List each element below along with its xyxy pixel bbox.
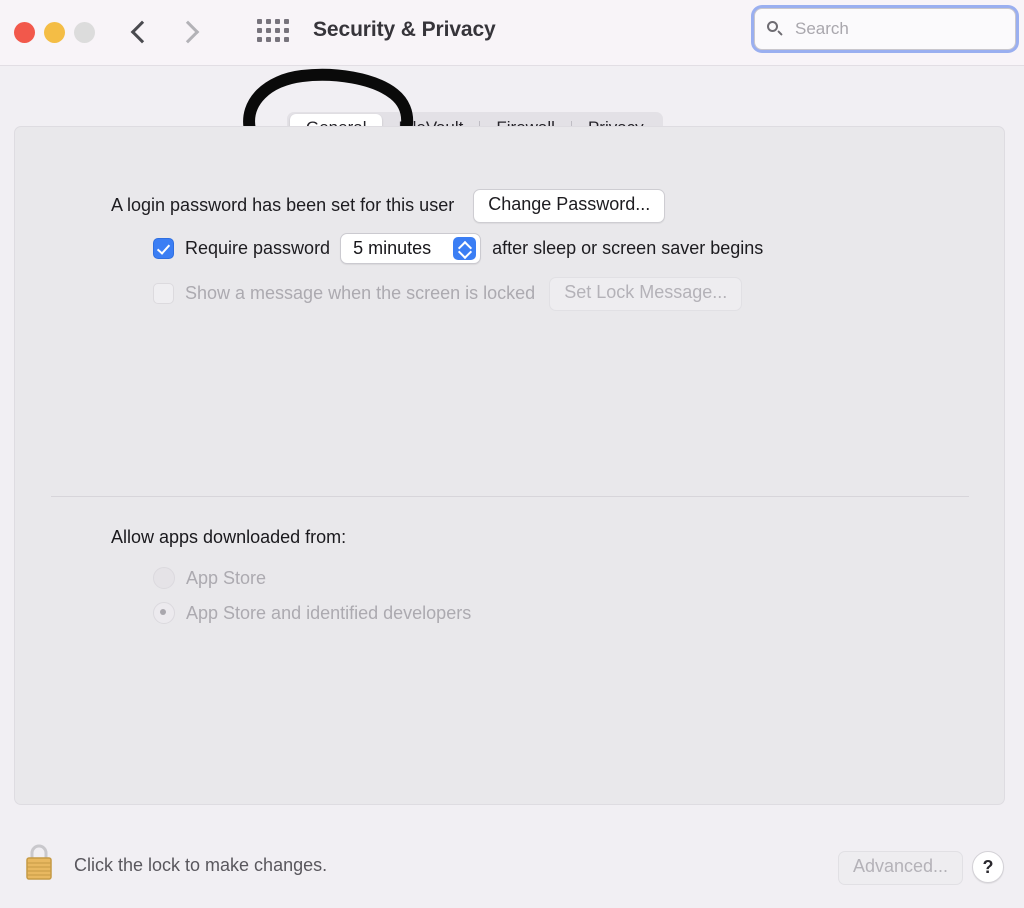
lock-message-label: Show a message when the screen is locked [185, 283, 536, 304]
login-password-text: A login password has been set for this u… [111, 195, 455, 216]
lock-hint-text: Click the lock to make changes. [74, 855, 328, 875]
page-title: Security & Privacy [313, 18, 496, 41]
closed-padlock-icon[interactable] [22, 841, 56, 881]
lock-message-checkbox[interactable] [153, 283, 174, 305]
chevron-right-icon[interactable] [178, 12, 200, 54]
radio-app-store[interactable] [153, 567, 175, 589]
section-divider [51, 496, 969, 497]
advanced-button[interactable]: Advanced... [838, 851, 964, 885]
navigation-arrows [130, 12, 200, 54]
set-lock-message-button[interactable]: Set Lock Message... [549, 277, 743, 311]
radio-identified-developers-label: App Store and identified developers [186, 602, 472, 623]
lock-message-row: Show a message when the screen is locked… [153, 277, 743, 311]
allow-apps-option-identified-developers[interactable]: App Store and identified developers [153, 602, 471, 624]
require-password-row: Require password 5 minutes after sleep o… [153, 233, 763, 264]
zoom-button[interactable] [74, 22, 95, 43]
chevron-left-icon[interactable] [130, 12, 152, 54]
require-password-delay-popup[interactable]: 5 minutes [340, 233, 482, 264]
change-password-button[interactable]: Change Password... [473, 189, 666, 223]
minimize-button[interactable] [44, 22, 65, 43]
window-titlebar: Security & Privacy [0, 0, 1024, 66]
require-password-checkbox[interactable] [153, 238, 174, 259]
require-password-label: Require password [185, 238, 331, 258]
search-icon [767, 20, 784, 38]
radio-identified-developers[interactable] [153, 602, 175, 624]
search-input[interactable] [793, 18, 1007, 40]
allow-apps-title: Allow apps downloaded from: [111, 527, 347, 547]
require-password-delay-value: 5 minutes [353, 238, 432, 258]
require-password-suffix: after sleep or screen saver begins [492, 238, 764, 258]
general-settings-panel: A login password has been set for this u… [14, 126, 1005, 805]
help-button[interactable]: ? [972, 851, 1004, 883]
allow-apps-option-app-store[interactable]: App Store [153, 567, 266, 589]
traffic-lights [14, 22, 95, 43]
chevron-updown-icon[interactable] [453, 237, 477, 260]
login-password-row: A login password has been set for this u… [111, 189, 666, 223]
radio-app-store-label: App Store [186, 567, 267, 588]
show-all-grid-icon[interactable] [257, 19, 289, 42]
security-privacy-window: Security & Privacy General FileVault Fir… [0, 0, 1024, 908]
search-field[interactable] [754, 8, 1016, 50]
close-button[interactable] [14, 22, 35, 43]
